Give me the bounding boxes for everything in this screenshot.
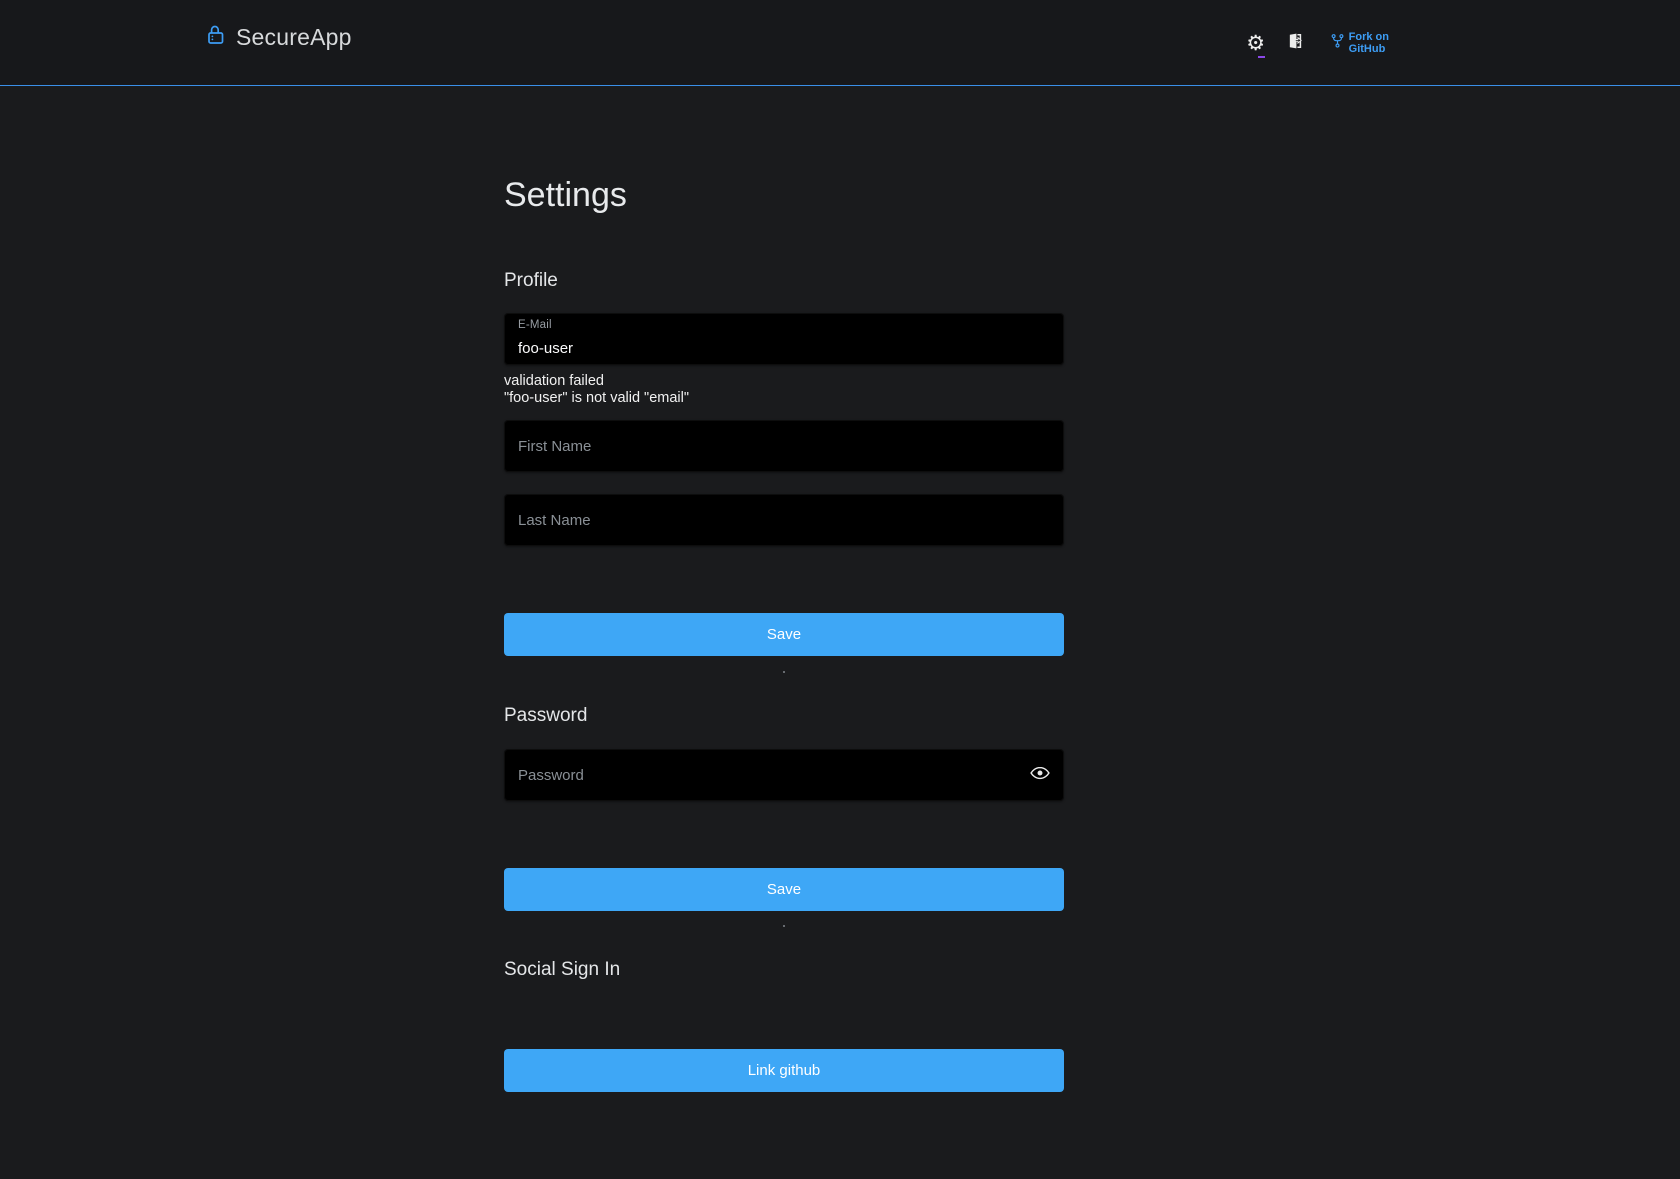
password-input[interactable]	[504, 749, 1064, 801]
fork-on-github-link[interactable]: Fork on GitHub	[1331, 31, 1389, 55]
app-header: SecureApp ⚙	[0, 0, 1680, 86]
app-logo[interactable]: SecureApp	[206, 24, 352, 51]
password-field[interactable]	[504, 749, 1064, 801]
last-name-input[interactable]	[504, 494, 1064, 546]
fork-link-label: Fork on GitHub	[1349, 31, 1389, 55]
header-actions: ⚙ Fork on	[1245, 0, 1389, 86]
divider-dot	[783, 671, 785, 673]
page-title: Settings	[504, 174, 1064, 216]
first-name-field[interactable]	[504, 420, 1064, 472]
settings-page: Settings Profile E-Mail validation faile…	[504, 86, 1064, 1092]
logout-icon	[1287, 32, 1304, 55]
social-section-heading: Social Sign In	[504, 958, 1064, 981]
last-name-field[interactable]	[504, 494, 1064, 546]
password-section-heading: Password	[504, 704, 1064, 727]
validation-line-2: "foo-user" is not valid "email"	[504, 390, 1064, 407]
toggle-password-visibility-button[interactable]	[1028, 765, 1052, 785]
eye-icon	[1030, 766, 1050, 785]
password-save-button[interactable]: Save	[504, 868, 1064, 911]
email-validation-error: validation failed "foo-user" is not vali…	[504, 373, 1064, 406]
email-input[interactable]	[504, 313, 1064, 365]
profile-save-button[interactable]: Save	[504, 613, 1064, 656]
git-fork-icon	[1331, 33, 1344, 54]
email-field[interactable]: E-Mail	[504, 313, 1064, 365]
settings-gear-button[interactable]: ⚙	[1245, 31, 1267, 55]
link-github-button[interactable]: Link github	[504, 1049, 1064, 1092]
gear-icon: ⚙	[1246, 33, 1265, 54]
lock-icon	[206, 24, 226, 51]
gear-underline	[1258, 56, 1265, 58]
profile-section-heading: Profile	[504, 269, 1064, 292]
validation-line-1: validation failed	[504, 373, 1064, 390]
divider-dot	[783, 925, 785, 927]
app-name: SecureApp	[236, 24, 352, 51]
logout-button[interactable]	[1285, 31, 1307, 55]
first-name-input[interactable]	[504, 420, 1064, 472]
